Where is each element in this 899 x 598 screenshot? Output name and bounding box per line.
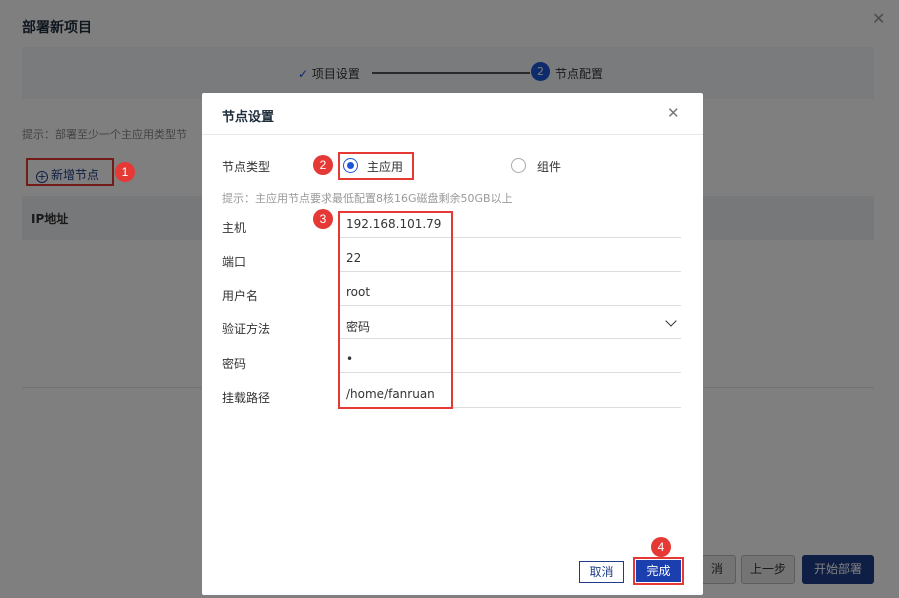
auth-method-label: 验证方法 xyxy=(222,322,271,336)
dialog-title: 节点设置 xyxy=(222,110,275,125)
done-button[interactable]: 完成 xyxy=(636,560,681,582)
radio-main-app-label[interactable]: 主应用 xyxy=(367,158,403,175)
mount-path-label: 挂载路径 xyxy=(222,391,271,405)
cancel-button[interactable]: 取消 xyxy=(579,561,624,583)
node-type-label: 节点类型 xyxy=(222,160,271,174)
node-settings-dialog: 节点设置 ✕ 节点类型 2 主应用 组件 提示：主应用节点要求最低配置8核16G… xyxy=(202,93,703,595)
step-badge-2: 2 xyxy=(313,155,333,175)
step-badge-1: 1 xyxy=(115,162,135,182)
dialog-header: 节点设置 ✕ xyxy=(202,93,703,135)
highlight-box xyxy=(338,211,453,409)
username-label: 用户名 xyxy=(222,289,259,303)
chevron-down-icon xyxy=(665,315,677,327)
step-badge-3: 3 xyxy=(313,209,333,229)
host-label: 主机 xyxy=(222,221,247,235)
close-icon[interactable]: ✕ xyxy=(667,104,680,122)
radio-component-label[interactable]: 组件 xyxy=(537,158,561,175)
dialog-hint: 提示：主应用节点要求最低配置8核16G磁盘剩余50GB以上 xyxy=(222,192,513,205)
radio-main-app[interactable] xyxy=(343,158,358,173)
port-label: 端口 xyxy=(222,255,247,269)
password-label: 密码 xyxy=(222,357,247,371)
step-badge-4: 4 xyxy=(651,537,671,557)
radio-component[interactable] xyxy=(511,158,526,173)
